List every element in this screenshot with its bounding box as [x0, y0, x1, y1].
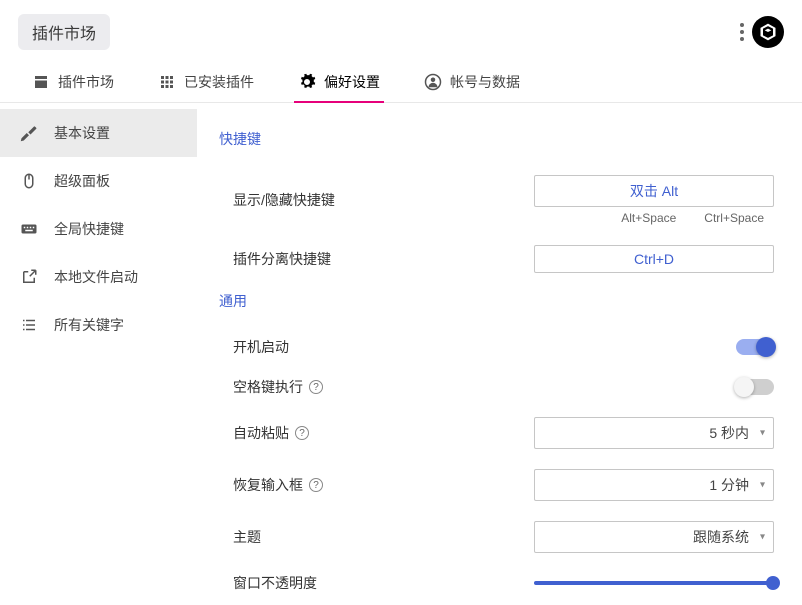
theme-select[interactable]: 跟随系统 [534, 521, 774, 553]
mouse-icon [20, 172, 38, 190]
sidebar-item-local-file[interactable]: 本地文件启动 [0, 253, 197, 301]
help-icon[interactable]: ? [309, 380, 323, 394]
sidebar-item-label: 所有关键字 [54, 315, 124, 335]
tab-preferences[interactable]: 偏好设置 [294, 60, 384, 102]
help-icon[interactable]: ? [295, 426, 309, 440]
section-title-general: 通用 [219, 291, 774, 311]
tab-label: 已安装插件 [184, 72, 254, 92]
detach-shortcut-field[interactable]: Ctrl+D [534, 245, 774, 273]
tab-account[interactable]: 帐号与数据 [420, 60, 524, 102]
theme-label: 主题 [233, 527, 261, 547]
grid-icon [158, 73, 176, 91]
show-hide-shortcut-field[interactable]: 双击 Alt [534, 175, 774, 207]
space-exec-toggle[interactable] [736, 379, 774, 395]
sidebar-item-global-shortcuts[interactable]: 全局快捷键 [0, 205, 197, 253]
sidebar-item-label: 超级面板 [54, 171, 110, 191]
auto-paste-label: 自动粘贴 ? [233, 423, 309, 443]
shortcut-hint[interactable]: Alt+Space [621, 211, 676, 225]
sidebar-item-label: 基本设置 [54, 123, 110, 143]
app-logo-icon[interactable] [752, 16, 784, 48]
help-icon[interactable]: ? [309, 478, 323, 492]
sidebar-item-label: 本地文件启动 [54, 267, 138, 287]
page-title-chip: 插件市场 [18, 14, 110, 50]
opacity-slider[interactable] [534, 581, 774, 585]
tab-label: 偏好设置 [324, 72, 380, 92]
keyboard-icon [20, 220, 38, 238]
startup-toggle[interactable] [736, 339, 774, 355]
restore-input-select[interactable]: 1 分钟 [534, 469, 774, 501]
tab-label: 帐号与数据 [450, 72, 520, 92]
startup-label: 开机启动 [233, 337, 289, 357]
more-menu-icon[interactable] [740, 23, 744, 41]
auto-paste-select[interactable]: 5 秒内 [534, 417, 774, 449]
tab-label: 插件市场 [58, 72, 114, 92]
restore-input-label: 恢复输入框 ? [233, 475, 323, 495]
sidebar-item-label: 全局快捷键 [54, 219, 124, 239]
gear-icon [298, 73, 316, 91]
sidebar-item-superpanel[interactable]: 超级面板 [0, 157, 197, 205]
show-hide-shortcut-label: 显示/隐藏快捷键 [233, 190, 335, 210]
store-icon [32, 73, 50, 91]
user-icon [424, 73, 442, 91]
opacity-label: 窗口不透明度 [233, 573, 317, 593]
list-icon [20, 316, 38, 334]
open-external-icon [20, 268, 38, 286]
space-exec-label: 空格键执行 ? [233, 377, 323, 397]
wrench-icon [20, 124, 38, 142]
tab-installed[interactable]: 已安装插件 [154, 60, 258, 102]
section-title-shortcut: 快捷键 [219, 129, 774, 149]
sidebar-item-basic[interactable]: 基本设置 [0, 109, 197, 157]
sidebar-item-keywords[interactable]: 所有关键字 [0, 301, 197, 349]
tab-plugin-market[interactable]: 插件市场 [28, 60, 118, 102]
detach-shortcut-label: 插件分离快捷键 [233, 249, 331, 269]
shortcut-hint[interactable]: Ctrl+Space [704, 211, 764, 225]
